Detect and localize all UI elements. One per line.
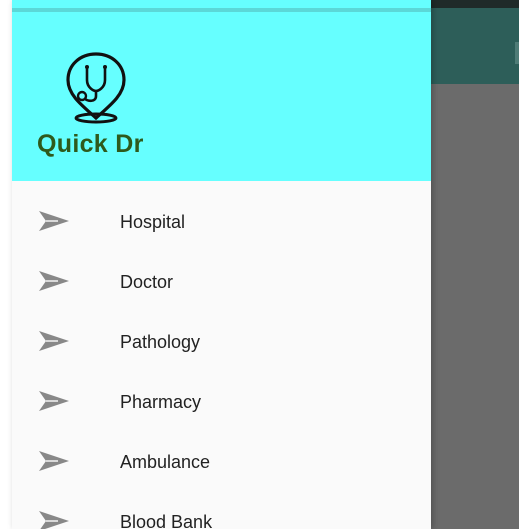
- drawer-item-label: Ambulance: [120, 452, 211, 472]
- drawer-menu: Hospital Doctor Pathology Pharmacy Ambul…: [12, 192, 431, 529]
- drawer-item-label: Blood Bank: [120, 512, 213, 529]
- drawer-item-hospital[interactable]: Hospital: [12, 192, 431, 252]
- app-name: Quick Dr: [37, 130, 144, 158]
- drawer-item-blood-bank[interactable]: Blood Bank: [12, 492, 431, 529]
- send-icon: [39, 451, 69, 471]
- send-icon: [39, 271, 69, 291]
- drawer-item-label: Pathology: [120, 332, 201, 352]
- drawer-item-label: Hospital: [120, 212, 186, 232]
- send-icon: [39, 211, 69, 231]
- overflow-menu-icon: [515, 42, 519, 64]
- screen: Quick Dr Hospital Doctor Pathology Pharm…: [0, 0, 519, 529]
- drawer-item-label: Pharmacy: [120, 392, 202, 412]
- drawer-item-doctor[interactable]: Doctor: [12, 252, 431, 312]
- navigation-drawer: Quick Dr Hospital Doctor Pathology Pharm…: [12, 0, 431, 529]
- send-icon: [39, 511, 69, 529]
- header-divider: [12, 8, 431, 12]
- send-icon: [39, 391, 69, 411]
- drawer-item-pharmacy[interactable]: Pharmacy: [12, 372, 431, 432]
- drawer-item-ambulance[interactable]: Ambulance: [12, 432, 431, 492]
- status-bar: [431, 0, 519, 8]
- drawer-item-pathology[interactable]: Pathology: [12, 312, 431, 372]
- drawer-header: Quick Dr: [12, 0, 431, 181]
- app-bar: [431, 8, 519, 84]
- stethoscope-pin-icon: [66, 52, 126, 124]
- send-icon: [39, 331, 69, 351]
- background-app-scrim[interactable]: [431, 0, 519, 529]
- drawer-item-label: Doctor: [120, 272, 174, 292]
